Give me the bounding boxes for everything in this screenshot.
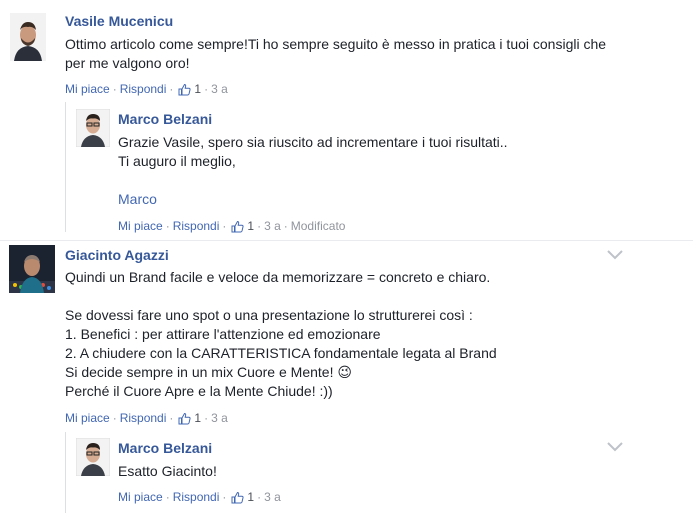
avatar[interactable] xyxy=(76,438,110,476)
separator: · xyxy=(204,411,209,425)
comment-author[interactable]: Vasile Mucenicu xyxy=(65,13,173,29)
comment-time[interactable]: 3 a xyxy=(211,411,228,425)
thumbs-up-icon[interactable] xyxy=(231,491,244,504)
chevron-down-icon[interactable] xyxy=(607,250,623,260)
comment-author[interactable]: Marco Belzani xyxy=(118,111,212,127)
reply-thread-line xyxy=(65,102,66,232)
reply-link[interactable]: Rispondi xyxy=(173,490,220,504)
reply-thread-line xyxy=(65,432,66,513)
comment-time[interactable]: 3 a xyxy=(211,82,228,96)
like-count: 1 xyxy=(194,411,202,425)
separator: · xyxy=(283,219,288,233)
separator: · xyxy=(169,411,174,425)
separator: · xyxy=(169,82,174,96)
separator: · xyxy=(257,490,262,504)
like-link[interactable]: Mi piace xyxy=(65,82,110,96)
comment-author[interactable]: Giacinto Agazzi xyxy=(65,247,169,263)
avatar[interactable] xyxy=(9,245,55,293)
comment-text: Ottimo articolo come sempre!Ti ho sempre… xyxy=(65,36,607,71)
reply-link[interactable]: Rispondi xyxy=(120,82,167,96)
reply-link[interactable]: Rispondi xyxy=(173,219,220,233)
thumbs-up-icon[interactable] xyxy=(178,83,191,96)
like-link[interactable]: Mi piace xyxy=(118,490,163,504)
comment-time[interactable]: 3 a xyxy=(264,219,281,233)
avatar[interactable] xyxy=(76,109,110,147)
like-count: 1 xyxy=(247,490,255,504)
like-link[interactable]: Mi piace xyxy=(65,411,110,425)
comment-actions: Mi piace · Rispondi · 1 · 3 a · Modifica… xyxy=(118,219,345,233)
separator: · xyxy=(165,490,170,504)
like-count: 1 xyxy=(194,82,202,96)
separator: · xyxy=(165,219,170,233)
reply-link[interactable]: Rispondi xyxy=(120,411,167,425)
comment-actions: Mi piace · Rispondi · 1 · 3 a xyxy=(65,82,228,96)
separator: · xyxy=(222,219,227,233)
separator: · xyxy=(204,82,209,96)
thumbs-up-icon[interactable] xyxy=(178,412,191,425)
avatar[interactable] xyxy=(10,13,46,61)
edited-label[interactable]: Modificato xyxy=(291,219,346,233)
like-count: 1 xyxy=(247,219,255,233)
comment-time[interactable]: 3 a xyxy=(264,490,281,504)
comment-text: Esatto Giacinto! xyxy=(118,463,217,479)
thread-divider xyxy=(0,240,693,241)
comment-text: Quindi un Brand facile e veloce da memor… xyxy=(65,269,497,399)
comment-author[interactable]: Marco Belzani xyxy=(118,440,212,456)
like-link[interactable]: Mi piace xyxy=(118,219,163,233)
separator: · xyxy=(112,82,117,96)
separator: · xyxy=(257,219,262,233)
chevron-down-icon[interactable] xyxy=(607,442,623,452)
separator: · xyxy=(112,411,117,425)
comment-text: Grazie Vasile, spero sia riuscito ad inc… xyxy=(118,134,508,169)
separator: · xyxy=(222,490,227,504)
comment-actions: Mi piace · Rispondi · 1 · 3 a xyxy=(65,411,228,425)
comment-actions: Mi piace · Rispondi · 1 · 3 a xyxy=(118,490,281,504)
comment-signature: Marco xyxy=(118,191,157,207)
thumbs-up-icon[interactable] xyxy=(231,220,244,233)
